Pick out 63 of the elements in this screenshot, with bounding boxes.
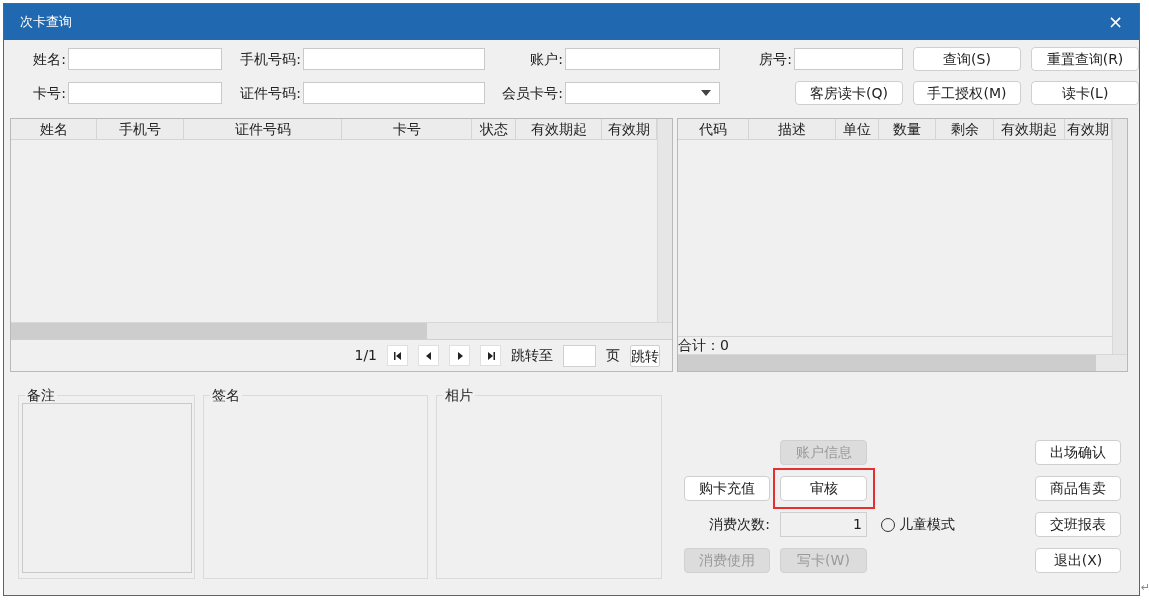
input-field[interactable] <box>68 82 222 104</box>
column-header[interactable]: 描述 <box>749 119 836 139</box>
side-button[interactable]: 商品售卖 <box>1035 476 1121 501</box>
dropdown-field[interactable] <box>565 82 720 104</box>
panel-title: 备注 <box>26 387 56 403</box>
vertical-scrollbar[interactable] <box>1112 119 1127 354</box>
input-field[interactable] <box>565 48 720 70</box>
column-header[interactable]: 有效期起 <box>994 119 1065 139</box>
next-page-button[interactable] <box>449 345 470 366</box>
column-header[interactable]: 有效期起 <box>516 119 602 139</box>
first-page-button[interactable] <box>387 345 408 366</box>
paragraph-mark: ↵ <box>1141 580 1149 596</box>
column-header[interactable]: 姓名 <box>11 119 97 139</box>
side-button[interactable]: 交班报表 <box>1035 512 1121 537</box>
vertical-scrollbar[interactable] <box>657 119 672 322</box>
last-page-icon <box>485 350 496 361</box>
search-button[interactable]: 读卡(L) <box>1031 81 1139 105</box>
search-button[interactable]: 客房读卡(Q) <box>795 81 903 105</box>
field-label: 房号: <box>758 49 792 69</box>
jump-label: 跳转至 <box>511 346 553 365</box>
field-label: 会员卡号: <box>501 83 563 103</box>
first-page-icon <box>392 350 403 361</box>
caret-icon <box>701 90 711 96</box>
previous-page-button[interactable] <box>418 345 439 366</box>
input-field[interactable] <box>794 48 903 70</box>
search-button[interactable]: 重置查询(R) <box>1031 47 1139 71</box>
page-unit-label: 页 <box>606 346 620 365</box>
column-header[interactable]: 代码 <box>678 119 749 139</box>
column-header[interactable]: 状态 <box>472 119 516 139</box>
field-label: 姓名: <box>32 49 66 69</box>
column-header[interactable]: 数量 <box>879 119 936 139</box>
column-header[interactable]: 证件号码 <box>184 119 342 139</box>
panel-title: 签名 <box>211 387 241 403</box>
search-button[interactable]: 查询(S) <box>913 47 1021 71</box>
count-field[interactable]: 1 <box>780 512 867 537</box>
panel-title: 相片 <box>444 387 474 403</box>
column-header[interactable]: 单位 <box>836 119 879 139</box>
side-button[interactable]: 退出(X) <box>1035 548 1121 573</box>
input-field[interactable] <box>303 48 485 70</box>
column-header[interactable]: 剩余 <box>936 119 994 139</box>
review-button[interactable]: 审核 <box>780 476 867 501</box>
input-field[interactable] <box>68 48 222 70</box>
horizontal-scrollbar[interactable] <box>678 354 1127 371</box>
search-button[interactable]: 手工授权(M) <box>913 81 1021 105</box>
input-field[interactable] <box>303 82 485 104</box>
horizontal-scrollbar[interactable] <box>11 322 672 339</box>
count-label: 消费次数: <box>708 515 770 534</box>
page-input[interactable] <box>563 344 596 367</box>
column-header[interactable]: 卡号 <box>342 119 472 139</box>
side-button[interactable]: 出场确认 <box>1035 440 1121 465</box>
window-title: 次卡查询 <box>20 13 72 32</box>
field-label: 手机号码: <box>239 49 301 69</box>
child-mode-radio[interactable]: 儿童模式 <box>877 512 1025 537</box>
close-button[interactable]: × <box>1107 13 1123 31</box>
recharge-button[interactable]: 购卡充值 <box>684 476 770 501</box>
last-page-button[interactable] <box>480 345 501 366</box>
field-label: 证件号码: <box>239 83 301 103</box>
field-label: 账户: <box>529 49 563 69</box>
total-text: 合计：0 <box>678 337 729 353</box>
column-header[interactable]: 手机号 <box>97 119 184 139</box>
page-indicator: 1/1 <box>354 346 377 365</box>
field-label: 卡号: <box>32 83 66 103</box>
jump-button[interactable]: 跳转 <box>630 344 660 367</box>
